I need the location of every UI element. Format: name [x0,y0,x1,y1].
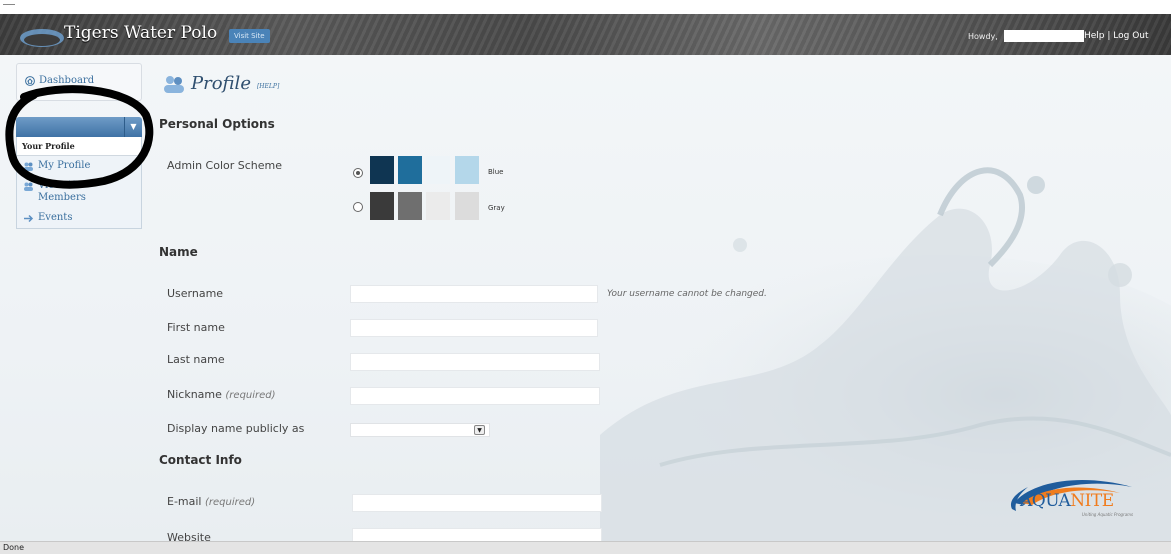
first-name-field[interactable] [350,319,598,337]
username-field[interactable] [350,285,598,303]
aquanite-logo: AQUANITE Uniting Aquatic Programs [1002,473,1142,523]
sidebar-current-section: Your Profile [17,137,141,156]
events-icon [24,214,34,223]
first-name-label: First name [167,321,225,334]
howdy-text: Howdy, [968,32,998,41]
sidebar-item-label: View All Members [38,180,86,203]
sidebar-item-dashboard[interactable]: Dashboard [16,63,142,101]
sidebar-item-view-all-members[interactable]: View All Members [17,176,141,208]
sidebar-item-my-profile[interactable]: My Profile [17,156,141,176]
aquanite-word-b: NITE [1070,491,1114,511]
page-title-bar: Profile [HELP] [163,73,279,94]
contact-info-heading: Contact Info [159,453,242,467]
gray-scheme-label: Gray [488,204,505,212]
username-hint: Your username cannot be changed. [607,289,767,299]
site-title[interactable]: Tigers Water Polo [64,23,217,43]
color-scheme-gray-radio[interactable] [353,202,363,212]
aquanite-tagline: Uniting Aquatic Programs [1082,512,1134,517]
sidebar-profile-menu: Your Profile My Profile View All Members… [16,137,142,229]
sidebar: Dashboard ▼ Your Profile My Profile View… [16,63,142,229]
people-icon [24,182,33,191]
last-name-field[interactable] [350,353,600,371]
admin-color-label: Admin Color Scheme [167,159,283,172]
name-heading: Name [159,245,198,259]
page-title: Profile [191,73,251,94]
help-link[interactable]: [HELP] [257,83,279,90]
nickname-label-text: Nickname [167,388,222,401]
website-field[interactable] [352,528,602,541]
home-icon [25,76,35,86]
blue-swatch-4 [455,156,479,184]
email-label: E-mail (required) [167,495,255,508]
blue-swatch-2 [398,156,422,184]
visit-site-button[interactable]: Visit Site [229,29,270,43]
blue-swatch-1 [370,156,394,184]
sidebar-item-label: Events [38,212,73,223]
site-logo-icon [20,29,64,47]
aquanite-wordmark: AQUANITE [1020,491,1114,511]
username-label: Username [167,287,224,300]
sidebar-dashboard-label: Dashboard [39,75,95,86]
blue-swatch-3 [426,156,450,184]
sidebar-profile-header[interactable]: ▼ [16,117,142,137]
people-icon [24,162,33,171]
gray-swatch-1 [370,192,394,220]
username-redaction [1004,30,1084,42]
website-label: Website [167,531,211,541]
top-strip [0,0,1171,14]
gray-swatch-3 [426,192,450,220]
chevron-down-icon[interactable]: ▼ [124,117,142,137]
nickname-field[interactable] [350,387,600,405]
last-name-label: Last name [167,353,225,366]
blue-scheme-label: Blue [488,168,504,176]
email-required: (required) [205,497,256,508]
profile-icon [164,75,184,93]
gray-swatch-4 [455,192,479,220]
display-name-select[interactable]: ▼ [350,423,490,437]
chevron-down-icon[interactable]: ▼ [474,425,485,435]
aquanite-word-a: AQUA [1020,491,1071,511]
nickname-required: (required) [225,390,276,401]
gray-swatch-2 [398,192,422,220]
color-scheme-blue-radio[interactable] [353,168,363,178]
window-dash [3,4,15,5]
email-label-text: E-mail [167,495,202,508]
main-area: Dashboard ▼ Your Profile My Profile View… [0,55,1171,541]
sidebar-item-label: My Profile [38,160,91,171]
email-field[interactable] [352,494,602,512]
display-name-label: Display name publicly as [167,422,305,435]
status-bar: Done [0,541,1171,554]
help-logout-links[interactable]: Help | Log Out [1084,31,1149,41]
nickname-label: Nickname (required) [167,388,276,401]
admin-header: Tigers Water Polo Visit Site Howdy, Help… [0,14,1171,55]
sidebar-item-events[interactable]: Events [17,208,141,228]
personal-options-heading: Personal Options [159,117,275,131]
